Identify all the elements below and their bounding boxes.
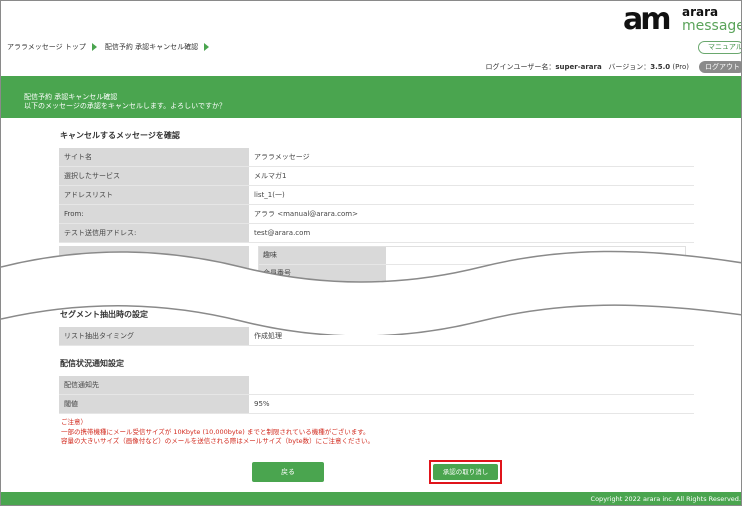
cancel-approval-button[interactable]: 承認の取り消し bbox=[433, 464, 498, 480]
logo-line2: message bbox=[682, 18, 742, 34]
row-value: アララ <manual@arara.com> bbox=[254, 210, 358, 218]
row-value: アララメッセージ bbox=[254, 153, 310, 161]
notice-line: 容量の大きいサイズ（画像付など）のメールを送信される際はメールサイズ（byte数… bbox=[61, 437, 375, 445]
breadcrumb-current: 配信予約 承認キャンセル確認 bbox=[104, 43, 199, 51]
row-label: From: bbox=[59, 205, 249, 223]
table-row: テスト送信用アドレス: test@arara.com bbox=[59, 224, 694, 243]
row-label: アドレスリスト bbox=[59, 186, 249, 204]
footer: Copyright 2022 arara inc. All Rights Res… bbox=[1, 492, 741, 505]
row-value: list_1(一) bbox=[254, 191, 285, 199]
version-number: 3.5.0 bbox=[650, 63, 671, 71]
notice-line: 一部の携帯機種にメール受信サイズが 10Kbyte (10,000byte) ま… bbox=[61, 427, 370, 436]
row-value: 95% bbox=[254, 400, 270, 408]
copyright-text: Copyright 2022 arara inc. All Rights Res… bbox=[590, 495, 741, 503]
segment-table: リスト抽出タイミング 作成処理 bbox=[59, 327, 694, 346]
table-row: リスト抽出タイミング 作成処理 bbox=[59, 327, 694, 346]
highlight-box: 承認の取り消し bbox=[429, 460, 502, 484]
row-value: 作成処理 bbox=[254, 332, 282, 340]
size-notice: ご注意） 一部の携帯機種にメール受信サイズが 10Kbyte (10,000by… bbox=[61, 418, 374, 447]
back-button[interactable]: 戻る bbox=[252, 462, 324, 482]
row-value: test@arara.com bbox=[254, 229, 311, 237]
breadcrumb-arrow-icon bbox=[91, 43, 97, 51]
row-label: 選択したサービス bbox=[59, 167, 249, 185]
app-window: am arara message アララメッセージ トップ 配信予約 承認キャン… bbox=[0, 0, 742, 506]
breadcrumb-arrow-icon bbox=[204, 43, 210, 51]
confirm-table: サイト名 アララメッセージ 選択したサービス メルマガ1 アドレスリスト lis… bbox=[59, 148, 694, 243]
page-title: 配信予約 承認キャンセル確認 bbox=[24, 93, 118, 101]
user-bar: ログインユーザー名：super-arara バージョン：3.5.0 (Pro) … bbox=[1, 61, 741, 73]
row-label: 配信通知先 bbox=[59, 376, 249, 394]
row-label: サイト名 bbox=[59, 148, 249, 166]
version-label: バージョン： bbox=[608, 63, 651, 71]
confirm-section-title: キャンセルするメッセージを確認 bbox=[60, 131, 180, 140]
login-user-name: super-arara bbox=[555, 63, 602, 71]
logo-mark: am bbox=[623, 2, 671, 37]
manual-button[interactable]: マニュアル bbox=[698, 41, 741, 54]
page-cut-divider bbox=[1, 250, 741, 335]
page-message: 以下のメッセージの承認をキャンセルします。よろしいですか？ bbox=[24, 102, 226, 110]
breadcrumb: アララメッセージ トップ 配信予約 承認キャンセル確認 bbox=[7, 42, 213, 52]
segment-section-title: セグメント抽出時の設定 bbox=[60, 310, 148, 319]
login-user-label: ログインユーザー名： bbox=[485, 63, 556, 71]
page-banner: 配信予約 承認キャンセル確認 以下のメッセージの承認をキャンセルします。よろしい… bbox=[1, 76, 741, 118]
row-value: メルマガ1 bbox=[254, 172, 287, 180]
table-row: From: アララ <manual@arara.com> bbox=[59, 205, 694, 224]
table-row: 配信通知先 bbox=[59, 376, 694, 395]
notice-heading: ご注意） bbox=[61, 418, 87, 426]
row-label: リスト抽出タイミング bbox=[59, 327, 249, 345]
table-row: 閾値 95% bbox=[59, 395, 694, 414]
table-row: サイト名 アララメッセージ bbox=[59, 148, 694, 167]
logout-button[interactable]: ログアウト bbox=[699, 61, 741, 73]
notify-table: 配信通知先 閾値 95% bbox=[59, 376, 694, 414]
row-label: 閾値 bbox=[59, 395, 249, 413]
table-row: 選択したサービス メルマガ1 bbox=[59, 167, 694, 186]
row-label: テスト送信用アドレス: bbox=[59, 224, 249, 242]
arara-message-logo[interactable]: am arara message bbox=[623, 5, 741, 35]
notify-section-title: 配信状況通知設定 bbox=[60, 359, 124, 368]
table-row: アドレスリスト list_1(一) bbox=[59, 186, 694, 205]
edition-label: (Pro) bbox=[672, 63, 689, 71]
user-info: ログインユーザー名：super-arara バージョン：3.5.0 (Pro) bbox=[485, 62, 689, 72]
breadcrumb-top-link[interactable]: アララメッセージ トップ bbox=[7, 42, 86, 52]
